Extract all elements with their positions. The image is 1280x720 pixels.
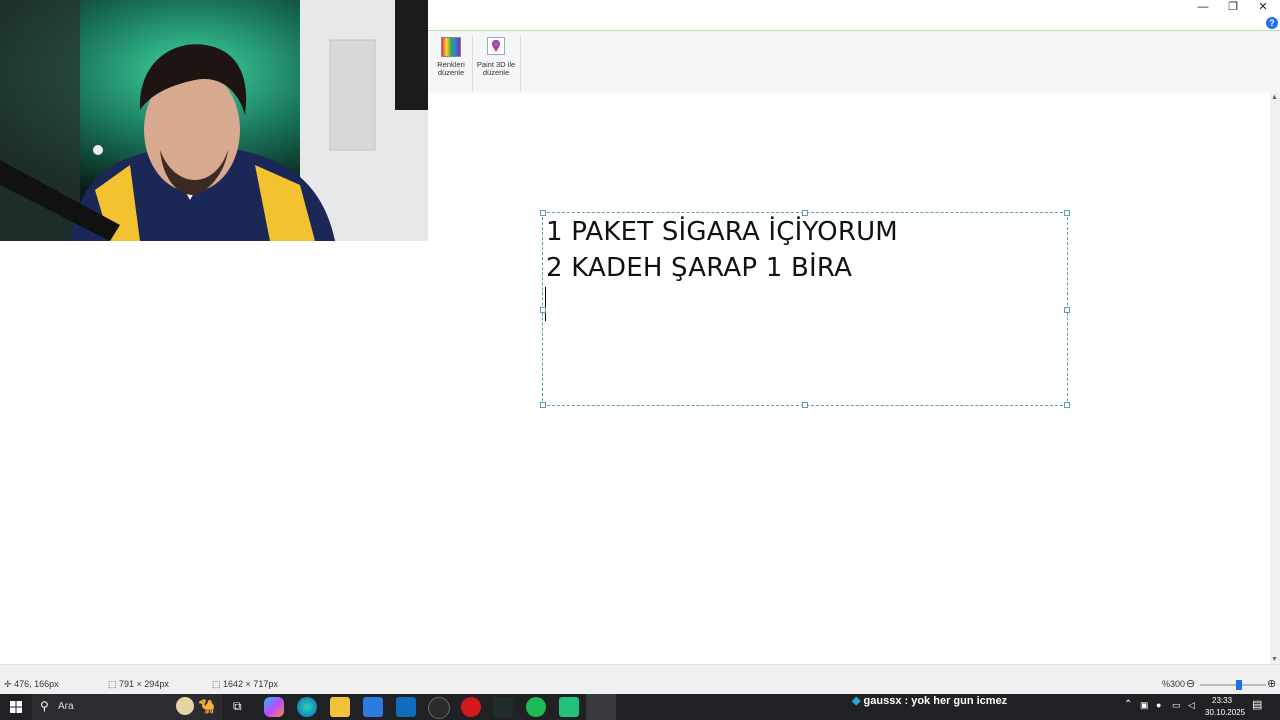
microphone-icon[interactable]: ● — [1156, 700, 1161, 710]
ribbon-separator — [472, 35, 473, 91]
clock-time[interactable]: 23:33 — [1212, 696, 1232, 705]
zoom-level: %300 — [1162, 679, 1186, 689]
resize-handle-n[interactable] — [802, 210, 808, 216]
taskbar-search-box[interactable]: ⚲ Ara 🐪 — [32, 694, 222, 720]
performance-icon[interactable] — [428, 697, 450, 719]
streaming-app-icon[interactable] — [493, 697, 513, 717]
text-box-selection[interactable]: 1 PAKET SİGARA İÇİYORUM 2 KADEH ŞARAP 1 … — [540, 210, 1070, 408]
outlook-icon[interactable] — [396, 697, 416, 717]
edit-colors-label-2: düzenle — [437, 68, 465, 77]
ribbon-separator — [520, 35, 521, 91]
image-size: ⬚ 1642 × 717px — [212, 679, 278, 690]
cursor-position-value: 476, 166px — [14, 679, 59, 689]
resize-handle-w[interactable] — [540, 307, 546, 313]
resize-handle-ne[interactable] — [1064, 210, 1070, 216]
edit-colors-button[interactable]: Renkleri düzenle — [430, 35, 472, 77]
selection-size-value: 791 × 294px — [119, 679, 169, 689]
spotify-icon[interactable] — [526, 697, 546, 717]
resize-handle-e[interactable] — [1064, 307, 1070, 313]
resize-handle-se[interactable] — [1064, 402, 1070, 408]
zoom-slider[interactable] — [1200, 680, 1266, 690]
text-line-2[interactable]: 2 KADEH ŞARAP 1 BİRA — [546, 253, 852, 283]
app-icon[interactable] — [559, 697, 579, 717]
webcam-overlay — [0, 0, 428, 241]
opera-icon[interactable] — [461, 697, 481, 717]
tray-expand-icon[interactable]: ⌃ — [1124, 699, 1132, 710]
cursor-position: ✛ 476, 166px — [4, 679, 59, 690]
status-bar: ✛ 476, 166px ⬚ 791 × 294px ⬚ 1642 × 717p… — [0, 676, 1280, 694]
scroll-up-icon[interactable]: ▲ — [1271, 94, 1278, 101]
paint3d-label-2: düzenle — [482, 68, 510, 77]
search-highlight-icon — [176, 697, 194, 715]
paint-active-icon[interactable] — [586, 694, 616, 720]
chat-badge-icon: ◆ — [852, 695, 861, 707]
text-caret — [545, 287, 546, 321]
selection-icon: ⬚ — [108, 679, 117, 689]
resize-handle-sw[interactable] — [540, 402, 546, 408]
crosshair-icon: ✛ — [4, 679, 12, 689]
chat-overlay: ◆ gaussx : yok her gun icmez — [852, 694, 1007, 712]
zoom-in-icon[interactable]: ⊕ — [1267, 677, 1276, 690]
taskbar: ⚲ Ara 🐪 ⧉ — [0, 694, 1280, 720]
volume-icon[interactable]: ◁ — [1188, 700, 1195, 711]
paint3d-button[interactable]: Paint 3D ile düzenle — [475, 35, 517, 77]
streamer-webcam-image — [0, 0, 428, 241]
help-button[interactable]: ? — [1266, 17, 1278, 29]
zoom-out-icon[interactable]: ⊖ — [1186, 677, 1195, 690]
microsoft-store-icon[interactable] — [363, 697, 383, 717]
color-palette-icon — [441, 37, 461, 57]
paint3d-icon — [487, 37, 505, 55]
search-icon: ⚲ — [40, 699, 49, 713]
clock-date[interactable]: 30.10.2025 — [1205, 708, 1245, 717]
search-label: Ara — [58, 701, 74, 712]
notification-icon[interactable]: ▤ — [1252, 698, 1262, 711]
network-icon[interactable]: ▭ — [1172, 700, 1181, 711]
vertical-scrollbar[interactable]: ▲ ▼ — [1270, 93, 1280, 664]
minimize-button[interactable]: — — [1188, 0, 1218, 16]
image-size-value: 1642 × 717px — [223, 679, 278, 689]
text-line-1[interactable]: 1 PAKET SİGARA İÇİYORUM — [546, 217, 898, 247]
resize-handle-nw[interactable] — [540, 210, 546, 216]
task-view-icon[interactable]: ⧉ — [233, 699, 242, 714]
camel-icon: 🐪 — [198, 698, 216, 714]
scroll-down-icon[interactable]: ▼ — [1271, 656, 1278, 663]
image-size-icon: ⬚ — [212, 679, 221, 689]
zoom-slider-thumb[interactable] — [1236, 680, 1242, 690]
restore-button[interactable]: ❐ — [1218, 0, 1248, 16]
chat-message: gaussx : yok her gun icmez — [863, 695, 1008, 707]
file-explorer-icon[interactable] — [330, 697, 350, 717]
windows-start-icon[interactable] — [10, 701, 22, 713]
close-button[interactable]: ✕ — [1248, 0, 1278, 16]
selection-size: ⬚ 791 × 294px — [108, 679, 169, 690]
resize-handle-s[interactable] — [802, 402, 808, 408]
edge-icon[interactable] — [297, 697, 317, 717]
copilot-icon[interactable] — [264, 697, 284, 717]
tray-icon[interactable]: ▣ — [1140, 700, 1149, 711]
